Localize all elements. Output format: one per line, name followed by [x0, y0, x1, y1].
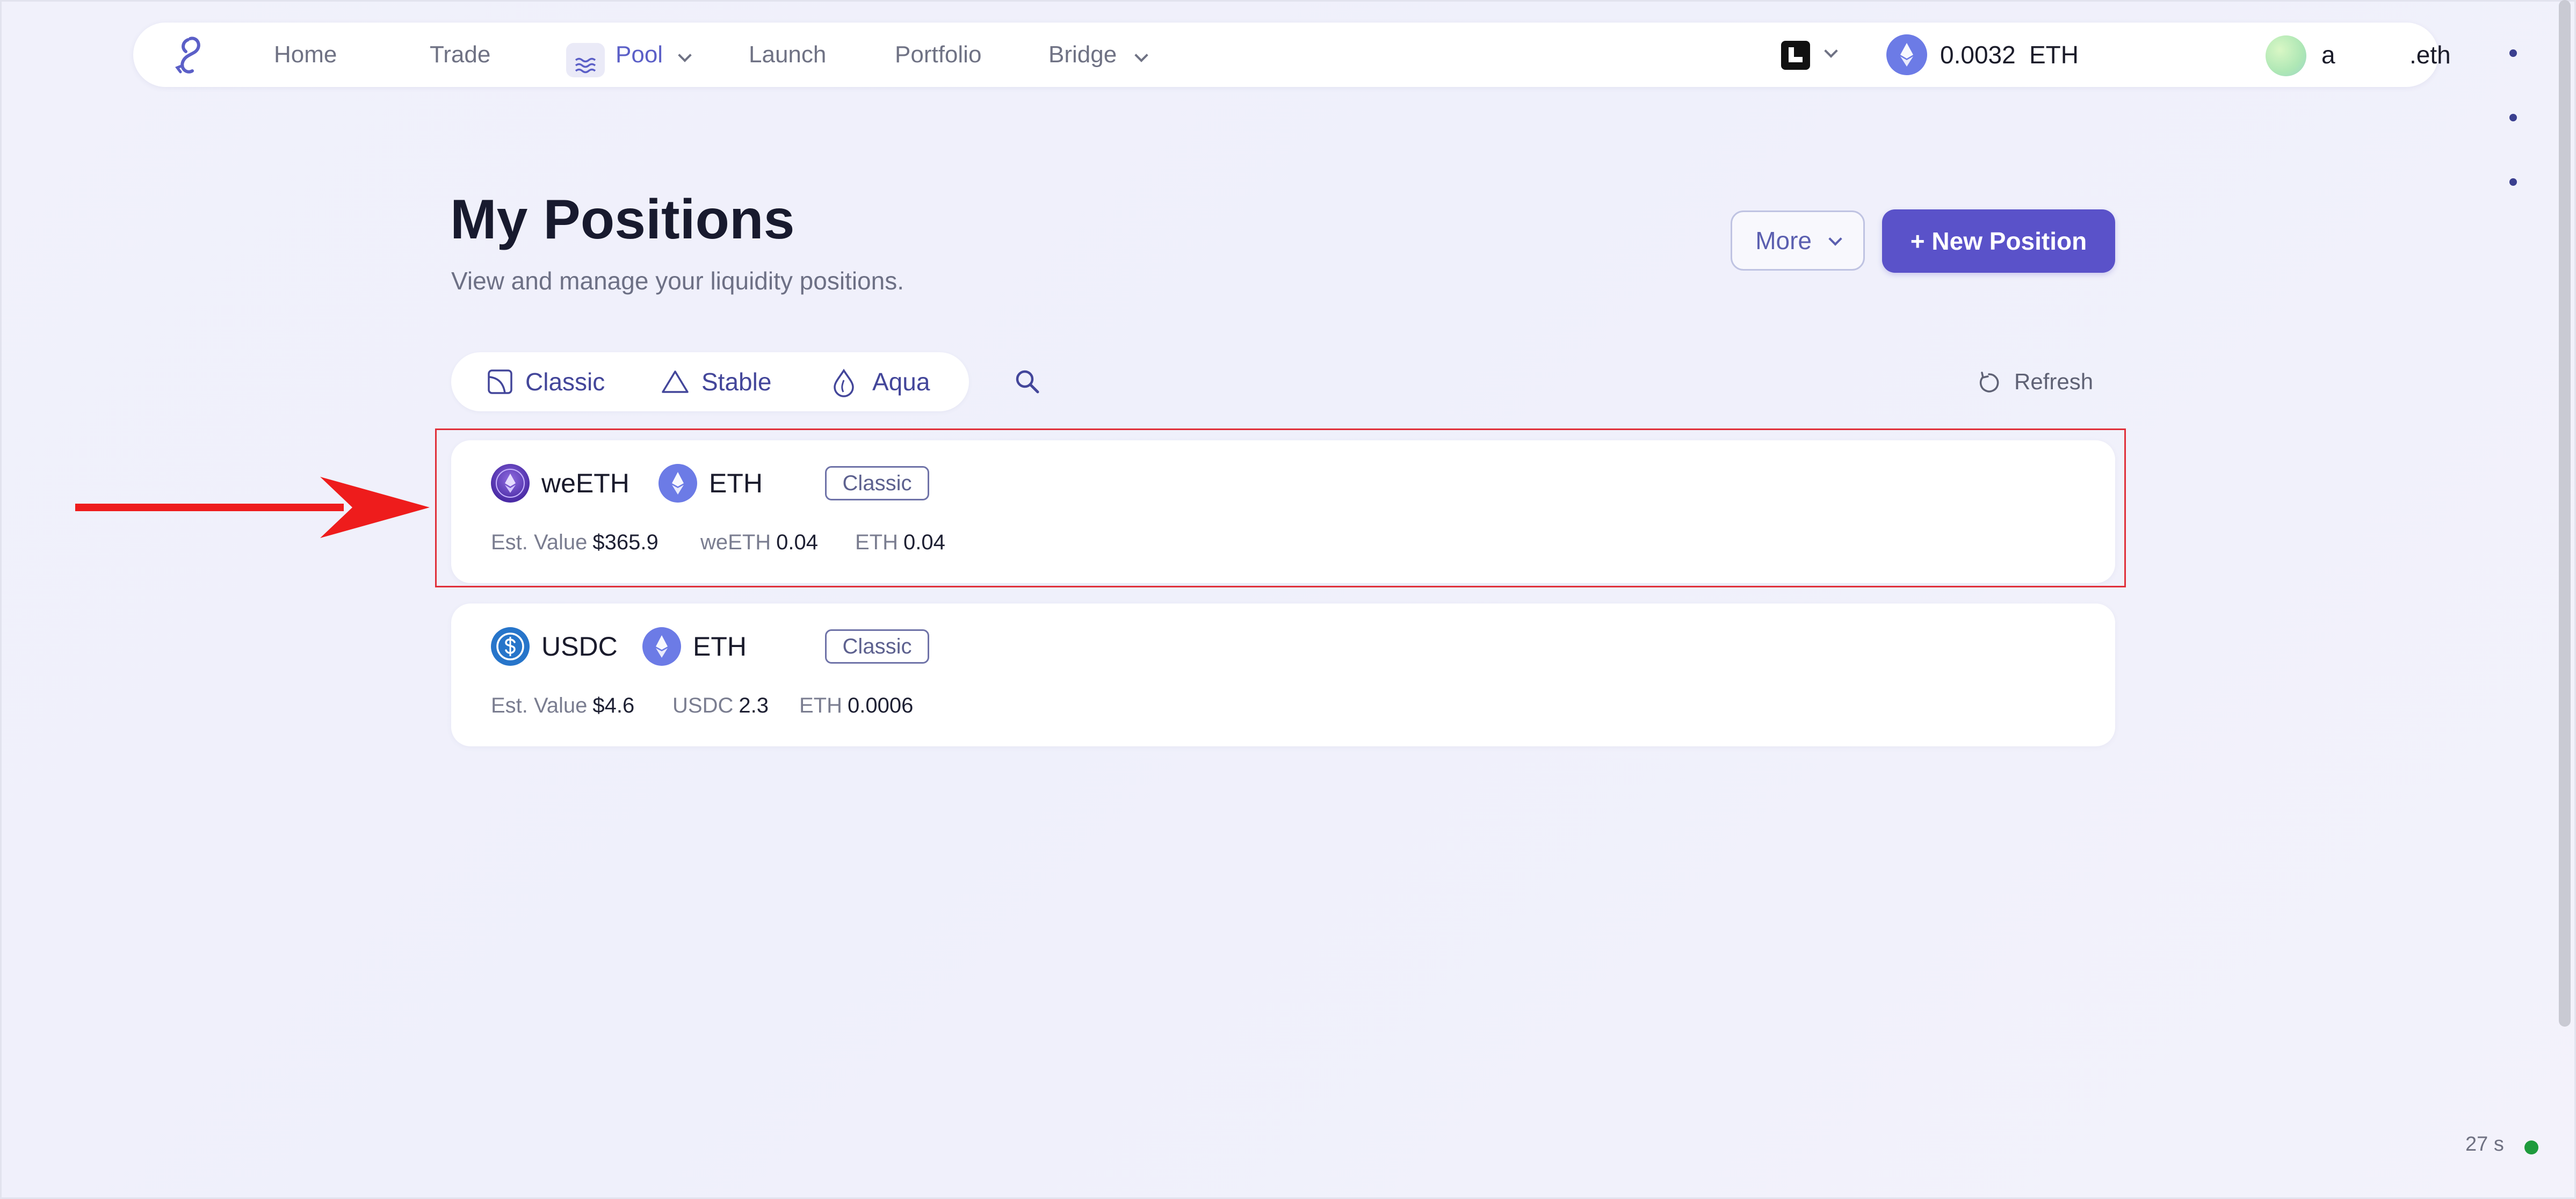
est-value: $4.6 [592, 694, 635, 717]
status-online-icon [2524, 1140, 2538, 1154]
account-name[interactable]: a [2321, 23, 2335, 87]
more-button-label: More [1755, 227, 1812, 255]
pool-type-filter: Classic Stable Aqua [451, 352, 969, 411]
token-a-name: USDC [541, 631, 618, 662]
nav-bridge[interactable]: Bridge [1048, 23, 1156, 87]
account-ens-suffix[interactable]: .eth [2409, 23, 2451, 87]
eth-balance-amount[interactable]: 0.0032 [1940, 23, 2016, 87]
nav-pool-label: Pool [616, 41, 663, 68]
usdc-token-icon [491, 627, 530, 666]
aqua-pool-icon [834, 368, 854, 397]
eth-balance-unit[interactable]: ETH [2029, 23, 2079, 87]
tab-classic[interactable]: Classic [487, 352, 621, 411]
chevron-down-icon [678, 48, 692, 62]
amount-a-value: 2.3 [739, 694, 769, 717]
account-avatar[interactable] [2266, 35, 2306, 76]
est-value-label: Est. Value [491, 694, 588, 717]
tab-classic-label: Classic [525, 368, 605, 396]
more-options-icon[interactable] [2509, 23, 2521, 186]
refresh-label: Refresh [2014, 369, 2094, 394]
tab-stable-label: Stable [701, 368, 772, 396]
tab-stable[interactable]: Stable [661, 352, 790, 411]
token-pair: USDC ETH Classic [491, 627, 1243, 666]
search-icon[interactable] [1013, 367, 1042, 396]
page-subtitle: View and manage your liquidity positions… [451, 267, 904, 295]
refresh-button[interactable]: Refresh [1977, 365, 2093, 398]
amount-b-label: ETH [799, 694, 842, 717]
tab-aqua-label: Aqua [872, 368, 930, 396]
page-title: My Positions [450, 188, 795, 251]
chevron-down-icon [1828, 232, 1842, 246]
chevron-down-icon[interactable] [1824, 44, 1838, 58]
more-dropdown-button[interactable]: More [1731, 210, 1865, 271]
stable-pool-icon [662, 370, 689, 393]
nav-bridge-label: Bridge [1048, 41, 1117, 68]
nav-home[interactable]: Home [274, 23, 337, 87]
page-background [0, 0, 2576, 1199]
pool-icon [566, 43, 605, 77]
eth-icon [1886, 34, 1927, 75]
red-arrow-icon [75, 477, 430, 538]
refresh-icon [1979, 372, 1999, 393]
amount-b-value: 0.0006 [848, 694, 914, 717]
nav-launch[interactable]: Launch [749, 23, 826, 87]
tab-aqua[interactable]: Aqua [830, 352, 949, 411]
pool-type-badge: Classic [825, 629, 929, 664]
eth-token-icon [642, 627, 681, 666]
nav-trade[interactable]: Trade [430, 23, 490, 87]
position-card[interactable]: USDC ETH Classic Est. Value $4.6 USDC 2.3 … [451, 604, 2115, 746]
top-navbar: Home Trade Pool Launch Portfolio Bridge … [133, 23, 2517, 186]
classic-pool-icon [488, 369, 512, 394]
syncswap-logo-icon[interactable] [167, 32, 213, 78]
new-position-button[interactable]: + New Position [1882, 209, 2115, 273]
network-selector-icon[interactable] [1781, 41, 1810, 70]
nav-portfolio[interactable]: Portfolio [895, 23, 981, 87]
chevron-down-icon [1134, 48, 1148, 62]
highlight-annotation-box [435, 428, 2126, 587]
vertical-scrollbar[interactable] [2559, 0, 2571, 1027]
block-timer: 27 s [2465, 1133, 2504, 1156]
token-b-name: ETH [693, 631, 747, 662]
nav-pool[interactable]: Pool [566, 23, 695, 87]
amount-a-label: USDC [672, 694, 734, 717]
